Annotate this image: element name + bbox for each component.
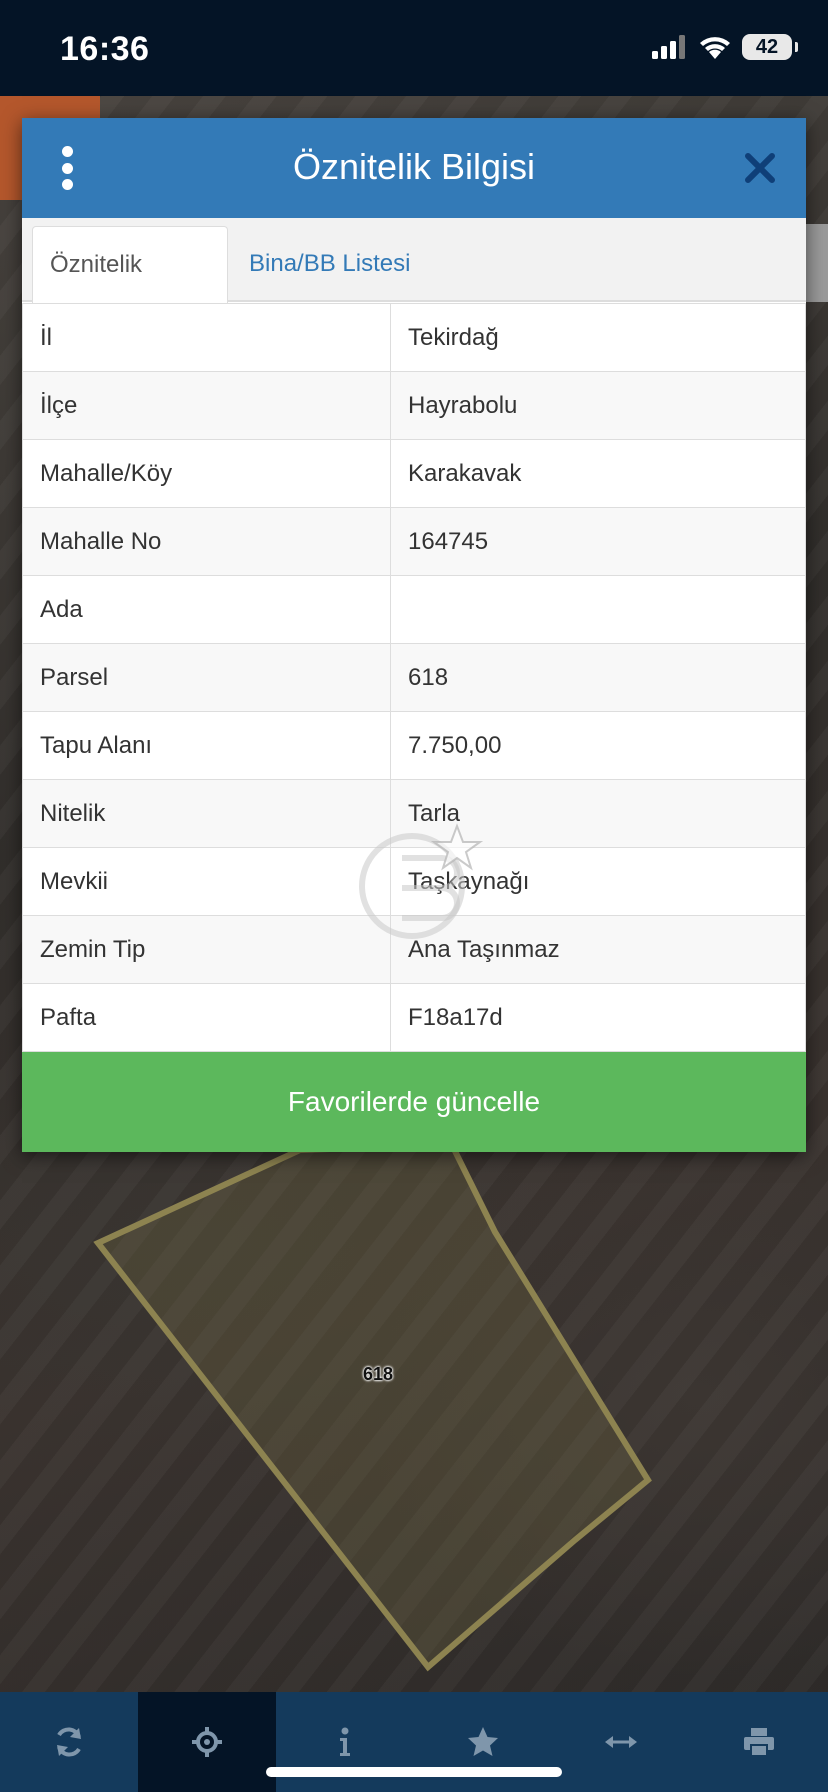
attribute-value: 618: [390, 643, 806, 712]
attribute-row: Parsel 618: [22, 643, 806, 712]
attribute-row: Mahalle/Köy Karakavak: [22, 439, 806, 508]
attribute-key: Tapu Alanı: [22, 711, 391, 780]
attribute-value: 164745: [390, 507, 806, 576]
attribute-value: 7.750,00: [390, 711, 806, 780]
attribute-row: İl Tekirdağ: [22, 303, 806, 372]
toolbar-info-button[interactable]: [276, 1692, 414, 1792]
attribute-key: İl: [22, 303, 391, 372]
status-time: 16:36: [60, 30, 150, 68]
attribute-key: Nitelik: [22, 779, 391, 848]
parcel-number-label: 618: [363, 1364, 394, 1384]
tab-attribute-info[interactable]: Öznitelik Bilgisi: [32, 226, 228, 354]
locate-icon: [192, 1727, 222, 1757]
attribute-key: Mahalle No: [22, 507, 391, 576]
map-scroll-handle[interactable]: [806, 224, 828, 302]
bottom-toolbar: [0, 1692, 828, 1792]
status-icons: 42: [652, 34, 798, 60]
toolbar-measure-button[interactable]: [552, 1692, 690, 1792]
attribute-key: Mevkii: [22, 847, 391, 916]
attribute-row: Mahalle No 164745: [22, 507, 806, 576]
battery-icon: 42: [742, 34, 798, 60]
tab-building-list[interactable]: Bina/BB Listesi: [232, 226, 427, 304]
tab-bar: Öznitelik Bilgisi Bina/BB Listesi: [22, 218, 806, 354]
print-icon: [744, 1728, 774, 1757]
attribute-value: Hayrabolu: [390, 371, 806, 440]
attribute-row: Mevkii Taşkaynağı: [22, 847, 806, 916]
wifi-icon: [700, 37, 730, 59]
attribute-row: Pafta F18a17d: [22, 983, 806, 1052]
attribute-value: Ana Taşınmaz: [390, 915, 806, 984]
attribute-table: İl Tekirdağ İlçe Hayrabolu Mahalle/Köy Karaka…: [22, 303, 806, 1052]
close-icon[interactable]: [740, 148, 780, 188]
attribute-key: Zemin Tip: [22, 915, 391, 984]
attribute-row: Zemin Tip Ana Taşınmaz: [22, 915, 806, 984]
attribute-value: Tekirdağ: [390, 303, 806, 372]
toolbar-print-button[interactable]: [690, 1692, 828, 1792]
star-icon: [468, 1727, 498, 1756]
modal-header: Öznitelik Bilgisi: [22, 118, 806, 218]
modal-title: Öznitelik Bilgisi: [292, 146, 536, 187]
attribute-row: İlçe Hayrabolu: [22, 371, 806, 440]
toolbar-refresh-button[interactable]: [0, 1692, 138, 1792]
refresh-icon: [57, 1727, 81, 1757]
status-bar: 16:36 42: [0, 0, 828, 96]
attribute-modal: Öznitelik Bilgisi Öznitelik Bilgisi Bina…: [22, 118, 806, 1152]
measure-icon: [605, 1736, 637, 1748]
attribute-row: Tapu Alanı 7.750,00: [22, 711, 806, 780]
attribute-key: Pafta: [22, 983, 391, 1052]
update-favorites-button[interactable]: Favorilerde güncelle: [22, 1052, 806, 1152]
attribute-value: F18a17d: [390, 983, 806, 1052]
home-indicator: [266, 1767, 562, 1777]
attribute-value: Tarla: [390, 779, 806, 848]
toolbar-locate-button[interactable]: [138, 1692, 276, 1792]
toolbar-favorites-button[interactable]: [414, 1692, 552, 1792]
attribute-row: Ada: [22, 575, 806, 644]
cellular-signal-icon: [652, 35, 685, 59]
attribute-key: İlçe: [22, 371, 391, 440]
attribute-value: [390, 575, 806, 644]
attribute-key: Mahalle/Köy: [22, 439, 391, 508]
attribute-key: Parsel: [22, 643, 391, 712]
attribute-value: Karakavak: [390, 439, 806, 508]
attribute-row: Nitelik Tarla: [22, 779, 806, 848]
attribute-key: Ada: [22, 575, 391, 644]
attribute-value: Taşkaynağı: [390, 847, 806, 916]
info-icon: [340, 1727, 350, 1756]
